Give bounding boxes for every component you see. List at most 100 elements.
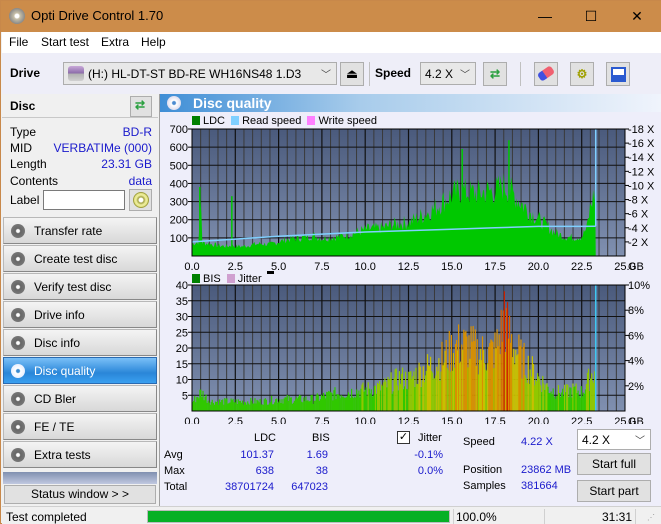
progress-percent: 100.0% — [456, 510, 497, 524]
x-tick-label: 2.5 — [228, 261, 243, 273]
y2-tick-label: -8 X — [628, 195, 649, 207]
bis-bar — [420, 387, 422, 411]
chevron-down-icon: ﹀ — [635, 436, 645, 447]
nav-label: FE / TE — [34, 420, 75, 434]
nav-drive-info[interactable]: Drive info — [3, 301, 157, 328]
menu-file[interactable]: File — [9, 35, 28, 49]
bis-bar — [237, 399, 239, 411]
x-tick-label: 15.0 — [441, 416, 462, 424]
close-button[interactable]: ✕ — [614, 1, 660, 32]
bis-bar — [336, 394, 338, 411]
bis-bar — [381, 384, 383, 411]
bis-bar — [314, 400, 316, 411]
left-panel: Disc ⇄ Type BD-R MID VERBATIMe (000) Len… — [2, 94, 158, 506]
y2-tick-label: 10% — [628, 280, 650, 292]
disc-mid-row: MID VERBATIMe (000) — [10, 141, 152, 157]
maximize-button[interactable]: ☐ — [568, 1, 614, 32]
start-part-button[interactable]: Start part — [577, 480, 651, 502]
menu-extra[interactable]: Extra — [101, 35, 129, 49]
bis-bar — [396, 385, 398, 411]
nav-label: Disc info — [34, 336, 81, 350]
stats-total-bis: 647023 — [291, 481, 328, 493]
nav-disc-quality[interactable]: Disc quality — [3, 357, 157, 384]
toolbar-separator — [369, 62, 370, 86]
disc-type-row: Type BD-R — [10, 125, 152, 141]
bis-bar — [383, 382, 385, 411]
nav-extra-tests[interactable]: Extra tests — [3, 441, 157, 468]
nav-label: Verify test disc — [34, 280, 112, 294]
bis-bar — [348, 394, 351, 411]
jitter-checkbox[interactable]: ✓ — [397, 431, 410, 444]
y-tick-label: 600 — [170, 142, 188, 154]
disc-field-value: BD-R — [122, 125, 152, 139]
bis-bar — [293, 400, 295, 411]
disc-refresh-button[interactable]: ⇄ — [130, 96, 152, 117]
nav-verify-test-disc[interactable]: Verify test disc — [3, 273, 157, 300]
disc-section-header: Disc ⇄ — [2, 94, 158, 118]
refresh-button[interactable]: ⇄ — [483, 62, 507, 86]
erase-button[interactable] — [534, 62, 558, 86]
bis-bar — [211, 399, 213, 411]
eject-button[interactable]: ⏏ — [340, 62, 364, 86]
speed-select[interactable]: 4.2 X ﹀ — [420, 62, 476, 85]
disc-quality-charts: 100 200 300 400 500 600 700 -2 X -4 X -6 X -8 X -10… — [170, 124, 655, 424]
save-icon — [610, 67, 626, 82]
bis-bar — [425, 370, 427, 411]
disc-label-input[interactable] — [43, 190, 125, 210]
nav-disc-info[interactable]: Disc info — [3, 329, 157, 356]
nav-transfer-rate[interactable]: Transfer rate — [3, 217, 157, 244]
bis-bar — [208, 402, 210, 411]
y2-tick-label: -10 X — [628, 180, 655, 192]
bis-bar — [338, 395, 340, 411]
x-tick-label: 5.0 — [271, 416, 286, 424]
bis-bar — [540, 385, 542, 411]
nav-fe-te[interactable]: FE / TE — [3, 413, 157, 440]
disc-field-value: data — [128, 174, 152, 188]
start-full-button[interactable]: Start full — [577, 453, 651, 475]
bis-bar — [389, 379, 391, 411]
bis-bar — [235, 399, 237, 411]
bis-bar — [195, 402, 197, 411]
drive-label: Drive — [10, 66, 41, 80]
save-button[interactable] — [606, 62, 630, 86]
disc-label-button[interactable] — [129, 189, 152, 211]
x-tick-label: 7.5 — [314, 261, 329, 273]
bis-bar — [375, 393, 378, 411]
nav-create-test-disc[interactable]: Create test disc — [3, 245, 157, 272]
bis-bar — [428, 366, 431, 411]
nav-cd-bler[interactable]: CD Bler — [3, 385, 157, 412]
app-disc-icon — [9, 8, 25, 24]
y2-tick-label: -14 X — [628, 152, 655, 164]
minimize-button[interactable]: — — [522, 1, 568, 32]
bis-bar — [434, 378, 436, 411]
x-tick-label: 0.0 — [184, 261, 199, 273]
bis-bar — [213, 404, 215, 411]
statusbar-separator — [453, 509, 454, 524]
x-axis-unit-label: GB — [628, 261, 644, 273]
bis-bar — [566, 384, 568, 411]
disc-quality-icon — [11, 364, 25, 378]
menu-help[interactable]: Help — [141, 35, 166, 49]
menu-start-test[interactable]: Start test — [41, 35, 89, 49]
drive-value: (H:) HL-DT-ST BD-RE WH16NS48 1.D3 — [88, 67, 302, 81]
status-window-button[interactable]: Status window > > — [4, 485, 156, 504]
bis-bar — [454, 343, 457, 411]
drive-select[interactable]: (H:) HL-DT-ST BD-RE WH16NS48 1.D3 ﹀ — [63, 62, 337, 85]
samples-value: 381664 — [521, 480, 558, 492]
jitter-avg: -0.1% — [414, 449, 443, 461]
stats-avg-label: Avg — [164, 449, 183, 461]
bis-bar — [253, 403, 255, 411]
chevron-down-icon: ﹀ — [321, 70, 331, 81]
disc-quality-panel: Disc quality LDC Read speed Write speed … — [159, 94, 661, 506]
fe-te-icon — [11, 420, 25, 434]
test-speed-select[interactable]: 4.2 X ﹀ — [577, 429, 651, 450]
extra-tests-icon — [11, 448, 25, 462]
bis-bar — [497, 346, 499, 411]
jitter-max: 0.0% — [417, 465, 443, 477]
statusbar-separator — [635, 509, 636, 524]
samples-label: Samples — [463, 480, 506, 492]
resize-grip-icon[interactable]: ⋰ — [647, 513, 655, 522]
y-tick-label: 700 — [170, 124, 188, 136]
y-tick-label: 500 — [170, 160, 188, 172]
settings-button[interactable]: ⚙ — [570, 62, 594, 86]
